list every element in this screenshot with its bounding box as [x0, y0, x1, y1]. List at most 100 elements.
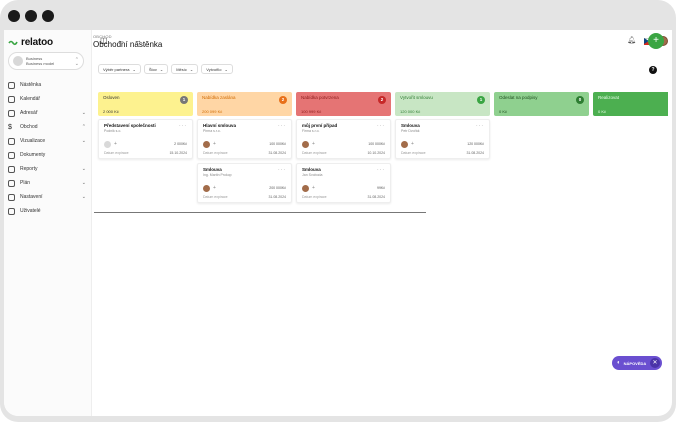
- deal-amount: 100 000Kč: [269, 142, 286, 146]
- expiry-label: Datum expirace: [401, 151, 426, 155]
- sidebar-item-4[interactable]: Vizualizace ⌄: [8, 134, 88, 148]
- chevron-icon: ⌄: [81, 180, 86, 186]
- deal-amount: 120 000Kč: [467, 142, 484, 146]
- owner-avatar: [203, 184, 210, 192]
- filter-dropdown[interactable]: Měsíc ⌄: [171, 64, 199, 74]
- company-switcher[interactable]: Business Business model ⌃ ⌄: [8, 52, 84, 70]
- column-header[interactable]: Nabídka potvrzena 100 999 Kč 2: [296, 92, 391, 116]
- deal-title: Smlouva: [203, 167, 222, 172]
- expiry-label: Datum expirace: [203, 151, 228, 155]
- column-count-badge: 1: [180, 96, 188, 104]
- column-name: Nabídka zaslána: [202, 95, 236, 100]
- column-header[interactable]: Osloven 2 000 Kč 1: [98, 92, 193, 116]
- chart-icon: [8, 165, 15, 173]
- column-name: Vytvořit smlouvu: [400, 95, 433, 100]
- chevron-down-icon: ⌄: [189, 66, 194, 72]
- bell-icon[interactable]: 🔔︎: [627, 36, 636, 44]
- owner-avatar: [203, 140, 210, 148]
- add-deal-button[interactable]: +: [648, 33, 664, 49]
- deal-title: Hlavní smlouva: [203, 123, 237, 128]
- more-options-icon[interactable]: ···: [377, 123, 385, 129]
- sidebar: relatoo Business Business model ⌃ ⌄ Nástě…: [4, 30, 92, 416]
- filter-label: Štov: [148, 66, 157, 72]
- window-dot[interactable]: [25, 10, 37, 22]
- calendar-icon: [8, 95, 15, 103]
- more-options-icon[interactable]: ···: [377, 167, 385, 173]
- column-header[interactable]: Nabídka zaslána 200 099 Kč 2: [197, 92, 292, 116]
- more-options-icon[interactable]: ···: [179, 123, 187, 129]
- chevron-icon: ⌄: [81, 194, 86, 200]
- filter-dropdown[interactable]: Vytvořilo ⌄: [201, 64, 233, 74]
- deal-meta-row: +120 000Kč: [401, 140, 484, 148]
- deal-card[interactable]: Smlouva Petr Dvořák ··· +120 000Kč Datum exp…: [395, 119, 490, 159]
- kanban-column: Realizovat 0 Kč: [593, 92, 668, 116]
- kanban-board: Osloven 2 000 Kč 1 Představení společnosti P…: [94, 92, 668, 242]
- expiry-label: Datum expirace: [203, 195, 228, 199]
- sidebar-item-3[interactable]: $ Obchod ⌃: [8, 120, 88, 134]
- kanban-column: Vytvořit smlouvu 120 000 Kč 1 Smlouva Petr D…: [395, 92, 490, 159]
- sidebar-item-5[interactable]: Dokumenty: [8, 148, 88, 162]
- add-person-icon[interactable]: +: [114, 141, 117, 147]
- deal-meta-row: +100 000Kč: [203, 140, 286, 148]
- plan-icon: [8, 179, 15, 187]
- page-title: Obchodní nástěnka: [93, 40, 163, 49]
- browser-frame: relatoo Business Business model ⌃ ⌄ Nástě…: [0, 0, 676, 422]
- filter-label: Výběr partnera: [103, 66, 130, 72]
- column-header[interactable]: Odeslat na podpisy 0 Kč 0: [494, 92, 589, 116]
- more-options-icon[interactable]: ···: [476, 123, 484, 129]
- deal-meta-row: +99Kč: [302, 184, 385, 192]
- help-icon[interactable]: ?: [649, 66, 657, 74]
- horizontal-scrollbar[interactable]: [94, 212, 426, 213]
- add-person-icon[interactable]: +: [312, 185, 315, 191]
- add-person-icon[interactable]: +: [312, 141, 315, 147]
- sidebar-item-label: Nastavení: [20, 194, 43, 200]
- deal-company: Podnik s.o.: [104, 129, 122, 133]
- expiry-date: 31.08.2024: [268, 195, 286, 199]
- logo-icon: [8, 40, 18, 45]
- deal-amount: 200 000Kč: [269, 186, 286, 190]
- more-options-icon[interactable]: ···: [278, 167, 286, 173]
- deal-meta-row: +200 000Kč: [203, 184, 286, 192]
- add-person-icon[interactable]: +: [213, 185, 216, 191]
- deal-card[interactable]: Představení společnosti Podnik s.o. ··· +2 …: [98, 119, 193, 159]
- expiry-label: Datum expirace: [302, 195, 327, 199]
- help-assistant-button[interactable]: ◐ NÁPOVĚDA ✕: [612, 356, 662, 370]
- logo[interactable]: relatoo: [8, 36, 53, 48]
- window-dot[interactable]: [42, 10, 54, 22]
- dashboard-icon: [8, 81, 15, 89]
- sidebar-item-label: Plán: [20, 180, 31, 186]
- deal-card[interactable]: Hlavní smlouva Pirma s.r.o. ··· +100 000Kč D…: [197, 119, 292, 159]
- sidebar-item-9[interactable]: Uživatelé: [8, 204, 88, 218]
- sidebar-item-label: Nástěnka: [20, 82, 42, 88]
- column-header[interactable]: Realizovat 0 Kč: [593, 92, 668, 116]
- filter-dropdown[interactable]: Štov ⌄: [143, 64, 169, 74]
- sidebar-item-8[interactable]: Nastavení ⌄: [8, 190, 88, 204]
- filter-dropdown[interactable]: Výběr partnera ⌄: [98, 64, 141, 74]
- deal-card[interactable]: můj první případ Firma s.r.o. ··· +100 000K…: [296, 119, 391, 159]
- column-sum: 120 000 Kč: [400, 109, 421, 114]
- owner-avatar: [302, 140, 309, 148]
- sidebar-item-0[interactable]: Nástěnka: [8, 78, 88, 92]
- sidebar-nav: Nástěnka Kalendář Adresář ⌄ $ Obchod ⌃ Vizualiz…: [8, 78, 88, 218]
- document-icon: [8, 151, 15, 159]
- logo-text: relatoo: [21, 36, 53, 48]
- deal-card[interactable]: Smlouva Ing. Martin Prokop ··· +200 000Kč Da…: [197, 163, 292, 203]
- add-person-icon[interactable]: +: [411, 141, 414, 147]
- deal-company: Pirma s.r.o.: [203, 129, 221, 133]
- kanban-column: Osloven 2 000 Kč 1 Představení společnosti P…: [98, 92, 193, 159]
- column-sum: 0 Kč: [598, 109, 607, 114]
- question-icon: ◐: [617, 360, 621, 366]
- more-options-icon[interactable]: ···: [278, 123, 286, 129]
- sidebar-item-2[interactable]: Adresář ⌄: [8, 106, 88, 120]
- deal-card[interactable]: Smlouva Jan Svoboda ··· +99Kč Datum expirace…: [296, 163, 391, 203]
- sidebar-item-1[interactable]: Kalendář: [8, 92, 88, 106]
- close-icon[interactable]: ✕: [650, 358, 660, 368]
- users-icon: [8, 207, 15, 215]
- window-dot[interactable]: [8, 10, 20, 22]
- add-person-icon[interactable]: +: [213, 141, 216, 147]
- sidebar-item-label: Adresář: [20, 110, 38, 116]
- sidebar-item-6[interactable]: Reporty ⌄: [8, 162, 88, 176]
- sidebar-item-7[interactable]: Plán ⌄: [8, 176, 88, 190]
- column-header[interactable]: Vytvořit smlouvu 120 000 Kč 1: [395, 92, 490, 116]
- deal-meta-row: +100 000Kč: [302, 140, 385, 148]
